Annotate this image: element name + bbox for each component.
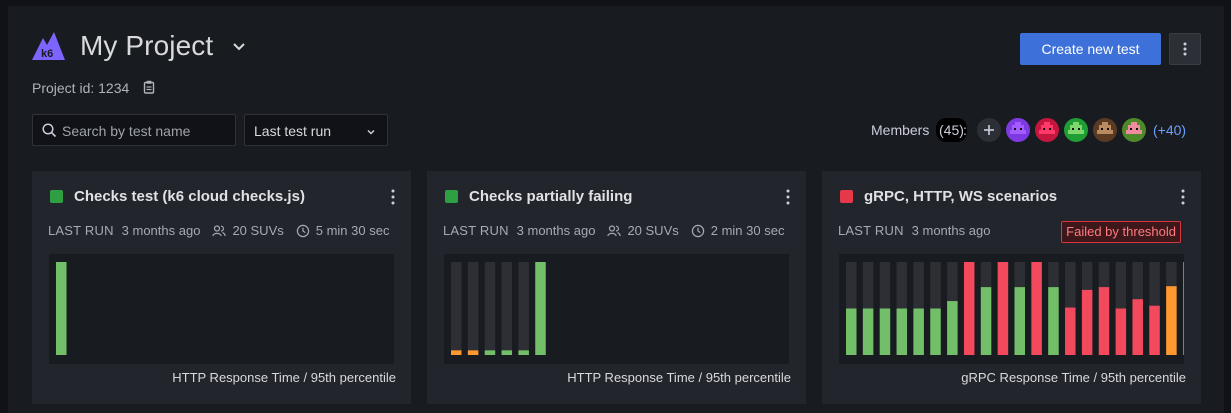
clock-icon (296, 224, 309, 238)
bar-chart (451, 262, 546, 355)
failed-threshold-badge: Failed by threshold (1061, 221, 1181, 243)
bar (518, 350, 529, 355)
kebab-icon[interactable] (784, 188, 792, 206)
bar (930, 308, 941, 355)
bar (1048, 287, 1059, 355)
avatar[interactable] (1064, 118, 1088, 142)
avatar[interactable] (1122, 118, 1146, 142)
test-card[interactable]: Checks partially failing LAST RUN 3 months… (427, 171, 806, 404)
bar-track (451, 262, 462, 355)
create-new-test-button[interactable]: Create new test (1020, 33, 1161, 65)
vus-value: 20 SUVs (627, 223, 679, 238)
card-title[interactable]: Checks partially failing (469, 188, 632, 206)
bar (1081, 289, 1093, 355)
bar (1098, 287, 1110, 355)
avatar[interactable] (1093, 118, 1117, 142)
bar-track (518, 262, 529, 355)
last-run-label: LAST RUN (443, 223, 509, 238)
users-icon (607, 225, 622, 237)
more-members-link[interactable]: (+40) (1153, 122, 1186, 138)
status-indicator (50, 190, 63, 203)
bar (1031, 262, 1042, 355)
bar (1132, 299, 1143, 355)
test-card[interactable]: Checks test (k6 cloud checks.js) LAST RUN… (32, 171, 411, 404)
bar (451, 350, 462, 355)
chart-label: gRPC Response Time / 95th percentile (961, 370, 1186, 385)
bar (1065, 307, 1076, 355)
bar-chart (846, 262, 1194, 355)
last-run-label: LAST RUN (48, 223, 114, 238)
bar (1149, 305, 1160, 355)
bar (484, 350, 496, 355)
bar (1014, 287, 1025, 355)
sort-select-value: Last test run (254, 123, 332, 139)
kebab-icon[interactable] (1179, 188, 1187, 206)
chevron-down-icon[interactable] (231, 38, 247, 54)
kebab-icon[interactable] (389, 188, 397, 206)
card-title[interactable]: Checks test (k6 cloud checks.js) (74, 188, 305, 206)
bar (501, 350, 513, 355)
members-colon: : (963, 122, 967, 138)
bar-track (501, 262, 513, 355)
avatar[interactable] (1035, 118, 1059, 142)
last-run-value: 3 months ago (121, 223, 201, 238)
test-card[interactable]: gRPC, HTTP, WS scenarios LAST RUN 3 months… (822, 171, 1201, 404)
kebab-icon (1183, 42, 1187, 56)
duration-value: 2 min 30 sec (710, 223, 785, 238)
bar (56, 262, 67, 355)
duration-value: 5 min 30 sec (315, 223, 390, 238)
users-icon (212, 225, 227, 237)
bar (1115, 308, 1127, 355)
bar (963, 262, 975, 355)
chart-label: HTTP Response Time / 95th percentile (567, 370, 791, 385)
bar (535, 262, 546, 355)
bar (980, 287, 992, 355)
chevron-down-icon (365, 125, 377, 137)
bar (1166, 286, 1177, 355)
bar-chart (56, 262, 67, 355)
clock-icon (691, 224, 704, 238)
project-id: Project id: 1234 (32, 80, 130, 96)
response-time-chart (49, 254, 394, 364)
bar (879, 308, 891, 355)
project-title[interactable]: My Project (80, 28, 213, 64)
add-member-button[interactable] (977, 118, 1001, 142)
search-icon (42, 123, 57, 138)
k6-logo-icon[interactable]: k6 (32, 30, 65, 62)
card-title[interactable]: gRPC, HTTP, WS scenarios (864, 188, 1057, 206)
bar (947, 301, 958, 355)
card-meta: LAST RUN 3 months ago (838, 223, 990, 239)
bar (997, 262, 1009, 355)
card-meta: LAST RUN 3 months ago 20 SUVs 2 min 30 sec (443, 223, 784, 239)
svg-text:k6: k6 (41, 48, 53, 60)
copy-icon[interactable] (143, 80, 157, 95)
sort-select[interactable]: Last test run (244, 114, 388, 146)
more-options-button[interactable] (1169, 33, 1201, 65)
search-input[interactable]: Search by test name (32, 114, 236, 146)
status-indicator (445, 190, 458, 203)
bar (467, 350, 479, 355)
plus-icon (984, 125, 994, 135)
vus-value: 20 SUVs (232, 223, 284, 238)
status-indicator (840, 190, 853, 203)
bar-track (484, 262, 496, 355)
last-run-label: LAST RUN (838, 223, 904, 238)
search-placeholder: Search by test name (62, 123, 191, 139)
bar (913, 308, 924, 355)
bar (862, 308, 874, 355)
response-time-chart (444, 254, 789, 364)
last-run-value: 3 months ago (516, 223, 596, 238)
members-label: Members (871, 122, 930, 138)
chart-label: HTTP Response Time / 95th percentile (172, 370, 396, 385)
bar (896, 308, 908, 355)
avatar[interactable] (1006, 118, 1030, 142)
bar (846, 308, 857, 355)
response-time-chart (839, 254, 1194, 364)
last-run-value: 3 months ago (911, 223, 991, 238)
bar-track (467, 262, 479, 355)
card-meta: LAST RUN 3 months ago 20 SUVs 5 min 30 sec (48, 223, 389, 239)
bar (1183, 262, 1194, 355)
